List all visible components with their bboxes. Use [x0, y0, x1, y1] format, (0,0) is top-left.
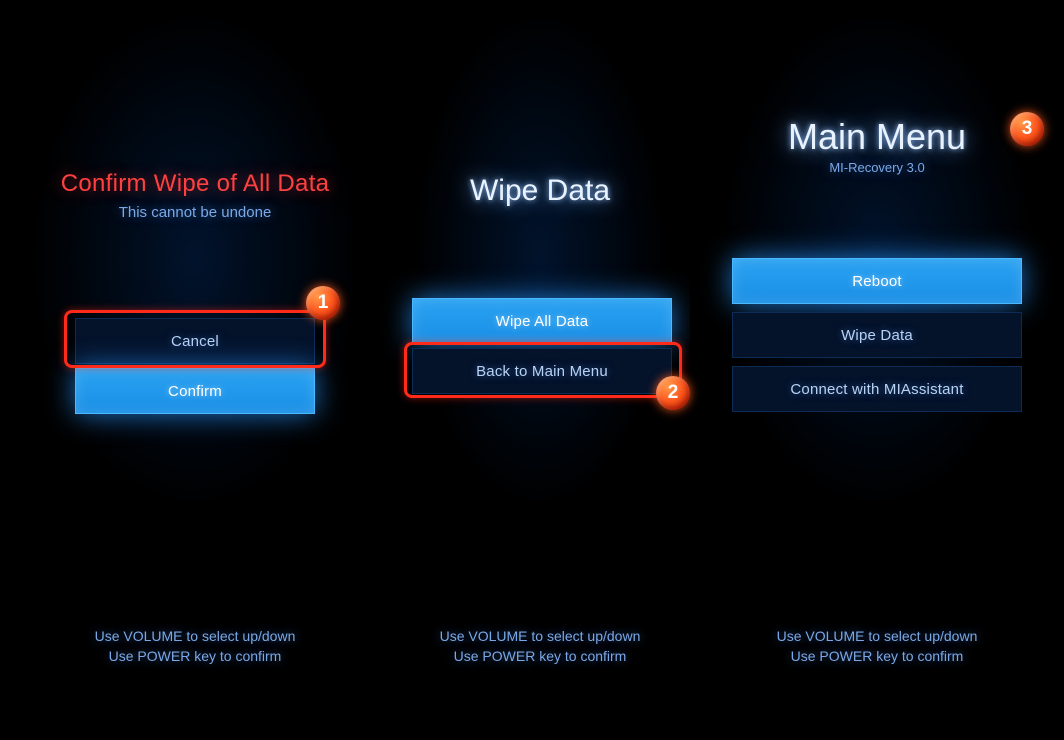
footer-line-2: Use POWER key to confirm: [0, 648, 390, 664]
footer-line-1: Use VOLUME to select up/down: [390, 628, 690, 644]
confirm-wipe-subtitle: This cannot be undone: [0, 204, 390, 221]
footer-line-2: Use POWER key to confirm: [690, 648, 1064, 664]
footer-line-2: Use POWER key to confirm: [390, 648, 690, 664]
annotation-marker-1: 1: [306, 286, 340, 320]
main-menu-title: Main Menu: [690, 116, 1064, 158]
cancel-button[interactable]: Cancel: [75, 318, 315, 364]
annotation-marker-2: 2: [656, 376, 690, 410]
reboot-button[interactable]: Reboot: [732, 258, 1022, 304]
footer-hints: Use VOLUME to select up/down Use POWER k…: [0, 628, 390, 664]
wipe-data-title: Wipe Data: [390, 174, 690, 208]
back-to-main-menu-button[interactable]: Back to Main Menu: [412, 348, 672, 394]
footer-line-1: Use VOLUME to select up/down: [690, 628, 1064, 644]
confirm-wipe-title: Confirm Wipe of All Data: [0, 170, 390, 198]
wipe-data-button[interactable]: Wipe Data: [732, 312, 1022, 358]
footer-hints: Use VOLUME to select up/down Use POWER k…: [390, 628, 690, 664]
footer-hints: Use VOLUME to select up/down Use POWER k…: [690, 628, 1064, 664]
footer-line-1: Use VOLUME to select up/down: [0, 628, 390, 644]
confirm-button[interactable]: Confirm: [75, 368, 315, 414]
screen-main-menu: Main Menu MI-Recovery 3.0 Reboot Wipe Da…: [690, 0, 1064, 740]
screen-wipe-data: Wipe Data Wipe All Data Back to Main Men…: [390, 0, 690, 740]
main-menu-subtitle: MI-Recovery 3.0: [690, 160, 1064, 175]
connect-miassistant-button[interactable]: Connect with MIAssistant: [732, 366, 1022, 412]
screen-confirm-wipe: Confirm Wipe of All Data This cannot be …: [0, 0, 390, 740]
wipe-all-data-button[interactable]: Wipe All Data: [412, 298, 672, 344]
three-panel-tutorial: Confirm Wipe of All Data This cannot be …: [0, 0, 1064, 740]
annotation-marker-3: 3: [1010, 112, 1044, 146]
